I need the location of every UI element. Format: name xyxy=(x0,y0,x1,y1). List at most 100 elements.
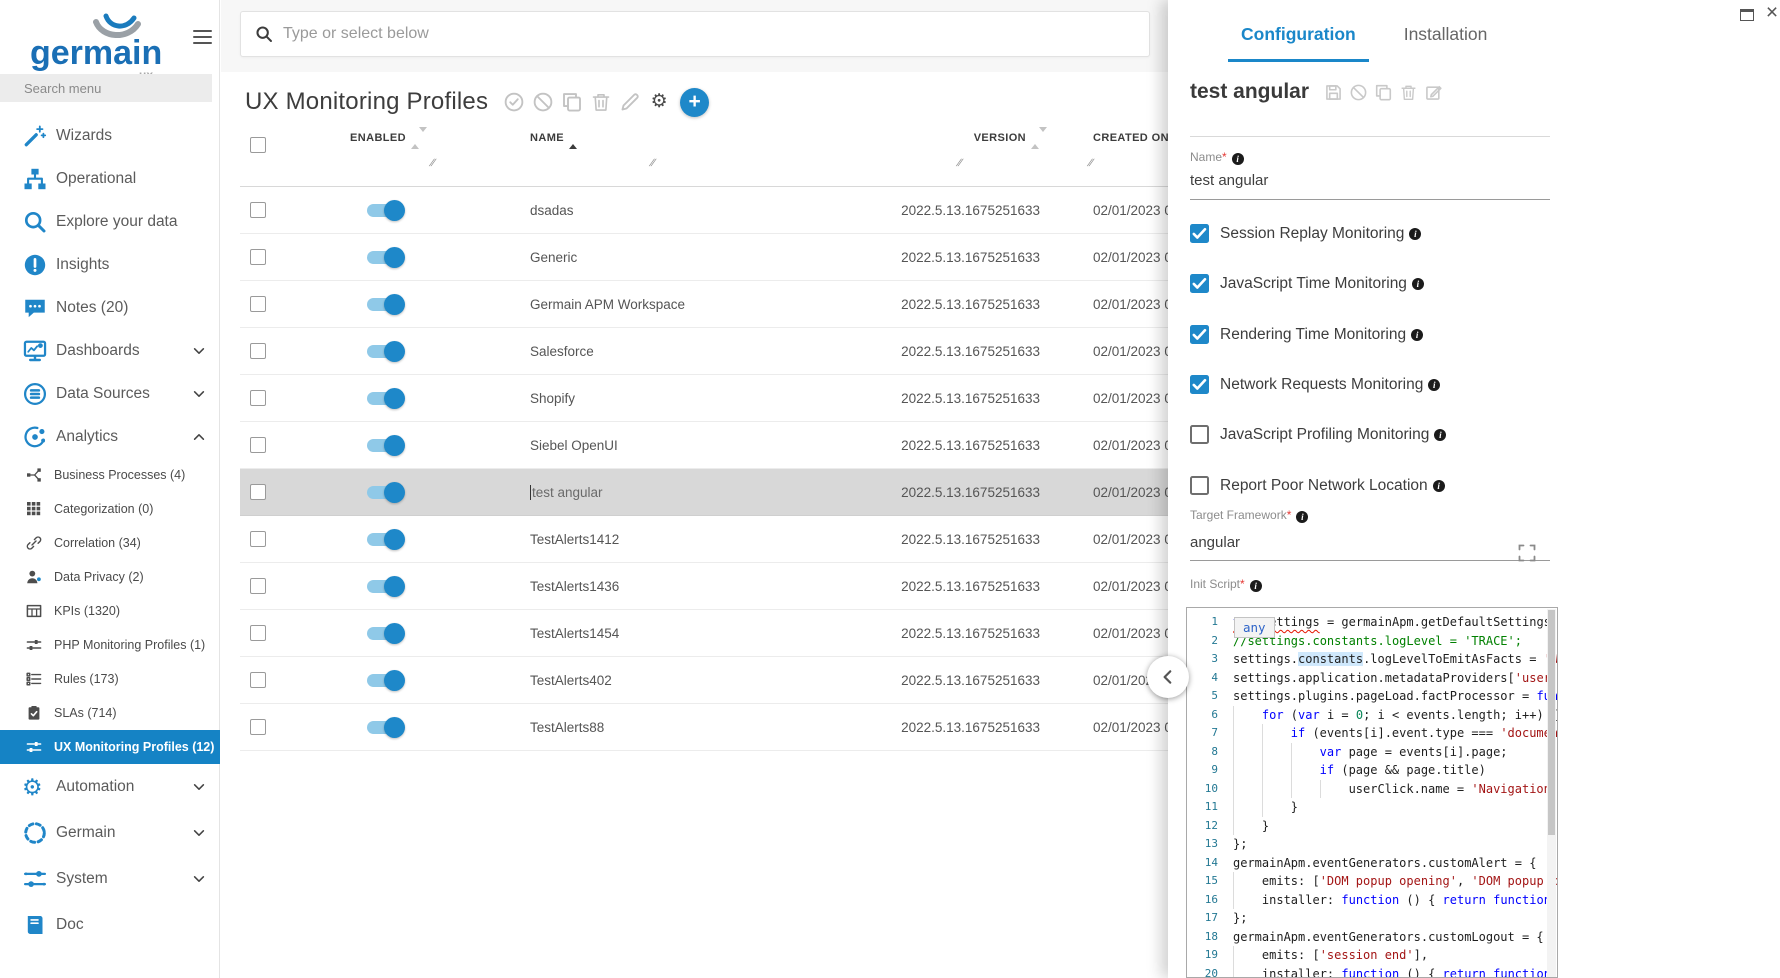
row-checkbox[interactable] xyxy=(250,719,266,735)
add-button[interactable]: + xyxy=(680,88,709,117)
select-all-checkbox[interactable] xyxy=(250,137,266,153)
sidebar-item-slas-714[interactable]: SLAs (714) xyxy=(0,696,220,730)
sort-icon[interactable] xyxy=(1031,132,1040,144)
row-checkbox[interactable] xyxy=(250,202,266,218)
sidebar-item-insights[interactable]: Insights xyxy=(0,243,220,286)
restore-window-icon[interactable] xyxy=(1740,9,1754,21)
enabled-toggle[interactable] xyxy=(367,674,403,687)
column-resize-grip[interactable]: // xyxy=(428,158,436,169)
tab-configuration[interactable]: Configuration xyxy=(1228,20,1369,62)
checkbox-row-session-replay-monitoring[interactable]: Session Replay Monitoringi xyxy=(1190,224,1421,243)
duplicate-button[interactable] xyxy=(562,92,582,112)
row-checkbox[interactable] xyxy=(250,484,266,500)
disable-button[interactable] xyxy=(1350,84,1367,101)
info-icon[interactable]: i xyxy=(1232,153,1244,165)
sidebar-item-categorization-0[interactable]: Categorization (0) xyxy=(0,492,220,526)
table-row[interactable]: Shopify2022.5.13.167525163302/01/2023 0 xyxy=(240,375,1168,422)
table-row[interactable]: TestAlerts882022.5.13.167525163302/01/20… xyxy=(240,704,1168,751)
fullscreen-icon[interactable] xyxy=(1518,544,1536,562)
row-checkbox[interactable] xyxy=(250,437,266,453)
delete-button[interactable] xyxy=(1400,84,1417,101)
tab-installation[interactable]: Installation xyxy=(1391,20,1501,62)
enabled-toggle[interactable] xyxy=(367,721,403,734)
enabled-toggle[interactable] xyxy=(367,580,403,593)
column-resize-grip[interactable]: // xyxy=(648,158,656,169)
hamburger-menu-icon[interactable] xyxy=(193,30,212,45)
info-icon[interactable]: i xyxy=(1296,511,1308,523)
sidebar-item-wizards[interactable]: Wizards xyxy=(0,114,220,157)
editor-scrollbar[interactable] xyxy=(1547,609,1556,978)
column-resize-grip[interactable]: // xyxy=(955,158,963,169)
sort-icon[interactable] xyxy=(411,132,420,144)
checkbox-row-rendering-time-monitoring[interactable]: Rendering Time Monitoringi xyxy=(1190,325,1423,344)
enabled-toggle[interactable] xyxy=(367,392,403,405)
row-checkbox[interactable] xyxy=(250,531,266,547)
duplicate-button[interactable] xyxy=(1375,84,1392,101)
sidebar-item-data-sources[interactable]: Data Sources xyxy=(0,372,220,415)
sidebar-item-automation[interactable]: ⚙Automation xyxy=(0,764,220,810)
column-resize-grip[interactable]: // xyxy=(1086,158,1094,169)
column-header-version[interactable]: VERSION xyxy=(890,132,1040,144)
table-row[interactable]: dsadas2022.5.13.167525163302/01/2023 0 xyxy=(240,187,1168,234)
enabled-toggle[interactable] xyxy=(367,251,403,264)
edit-button[interactable] xyxy=(620,92,640,112)
table-row[interactable]: Siebel OpenUI2022.5.13.167525163302/01/2… xyxy=(240,422,1168,469)
sidebar-item-kpis-1320[interactable]: KPIs (1320) xyxy=(0,594,220,628)
table-row[interactable]: TestAlerts14122022.5.13.167525163302/01/… xyxy=(240,516,1168,563)
column-header-created[interactable]: CREATED ON xyxy=(1093,132,1168,144)
checkbox[interactable] xyxy=(1190,476,1209,495)
sidebar-item-notes-20[interactable]: Notes (20) xyxy=(0,286,220,329)
close-icon[interactable]: × xyxy=(1762,1,1780,25)
table-row[interactable]: TestAlerts14542022.5.13.167525163302/01/… xyxy=(240,610,1168,657)
enabled-toggle[interactable] xyxy=(367,486,403,499)
sidebar-item-correlation-34[interactable]: Correlation (34) xyxy=(0,526,220,560)
table-row[interactable]: Generic2022.5.13.167525163302/01/2023 0 xyxy=(240,234,1168,281)
row-checkbox[interactable] xyxy=(250,343,266,359)
scrollbar-thumb[interactable] xyxy=(1548,610,1555,835)
checkbox-row-javascript-time-monitoring[interactable]: JavaScript Time Monitoringi xyxy=(1190,274,1424,293)
sidebar-search-input[interactable] xyxy=(0,74,212,102)
sidebar-item-business-processes-4[interactable]: Business Processes (4) xyxy=(0,458,220,492)
info-icon[interactable]: i xyxy=(1412,278,1424,290)
enabled-toggle[interactable] xyxy=(367,298,403,311)
column-header-name[interactable]: NAME xyxy=(530,132,578,144)
table-row[interactable]: TestAlerts4022022.5.13.167525163302/01/2… xyxy=(240,657,1168,704)
checkbox-row-report-poor-network-location[interactable]: Report Poor Network Locationi xyxy=(1190,476,1445,495)
info-icon[interactable]: i xyxy=(1428,379,1440,391)
sidebar-item-system[interactable]: System xyxy=(0,856,220,902)
enabled-toggle[interactable] xyxy=(367,204,403,217)
table-row[interactable]: test angular2022.5.13.167525163302/01/20… xyxy=(240,469,1168,516)
global-search-input[interactable] xyxy=(283,25,1149,43)
table-row[interactable]: Salesforce2022.5.13.167525163302/01/2023… xyxy=(240,328,1168,375)
settings-button[interactable]: ⚙ xyxy=(649,92,669,112)
checkbox-row-javascript-profiling-monitoring[interactable]: JavaScript Profiling Monitoringi xyxy=(1190,425,1446,444)
row-checkbox[interactable] xyxy=(250,296,266,312)
enable-button[interactable] xyxy=(504,92,524,112)
enabled-toggle[interactable] xyxy=(367,533,403,546)
info-icon[interactable]: i xyxy=(1433,480,1445,492)
sidebar-item-doc[interactable]: Doc xyxy=(0,902,220,948)
sidebar-item-dashboards[interactable]: Dashboards xyxy=(0,329,220,372)
disable-button[interactable] xyxy=(533,92,553,112)
sidebar-item-explore-your-data[interactable]: Explore your data xyxy=(0,200,220,243)
row-checkbox[interactable] xyxy=(250,390,266,406)
sidebar-item-data-privacy-2[interactable]: Data Privacy (2) xyxy=(0,560,220,594)
checkbox[interactable] xyxy=(1190,274,1209,293)
sidebar-item-php-monitoring-profiles-1[interactable]: PHP Monitoring Profiles (1) xyxy=(0,628,220,662)
sidebar-item-analytics[interactable]: Analytics xyxy=(0,415,220,458)
column-header-enabled[interactable]: ENABLED xyxy=(325,132,445,144)
checkbox-row-network-requests-monitoring[interactable]: Network Requests Monitoringi xyxy=(1190,375,1440,394)
checkbox[interactable] xyxy=(1190,224,1209,243)
info-icon[interactable]: i xyxy=(1434,429,1446,441)
sidebar-item-rules-173[interactable]: Rules (173) xyxy=(0,662,220,696)
enabled-toggle[interactable] xyxy=(367,345,403,358)
delete-button[interactable] xyxy=(591,92,611,112)
enabled-toggle[interactable] xyxy=(367,627,403,640)
checkbox[interactable] xyxy=(1190,325,1209,344)
name-field[interactable]: test angular xyxy=(1190,172,1268,189)
enabled-toggle[interactable] xyxy=(367,439,403,452)
info-icon[interactable]: i xyxy=(1411,329,1423,341)
sidebar-item-germain[interactable]: Germain xyxy=(0,810,220,856)
row-checkbox[interactable] xyxy=(250,578,266,594)
checkbox[interactable] xyxy=(1190,425,1209,444)
